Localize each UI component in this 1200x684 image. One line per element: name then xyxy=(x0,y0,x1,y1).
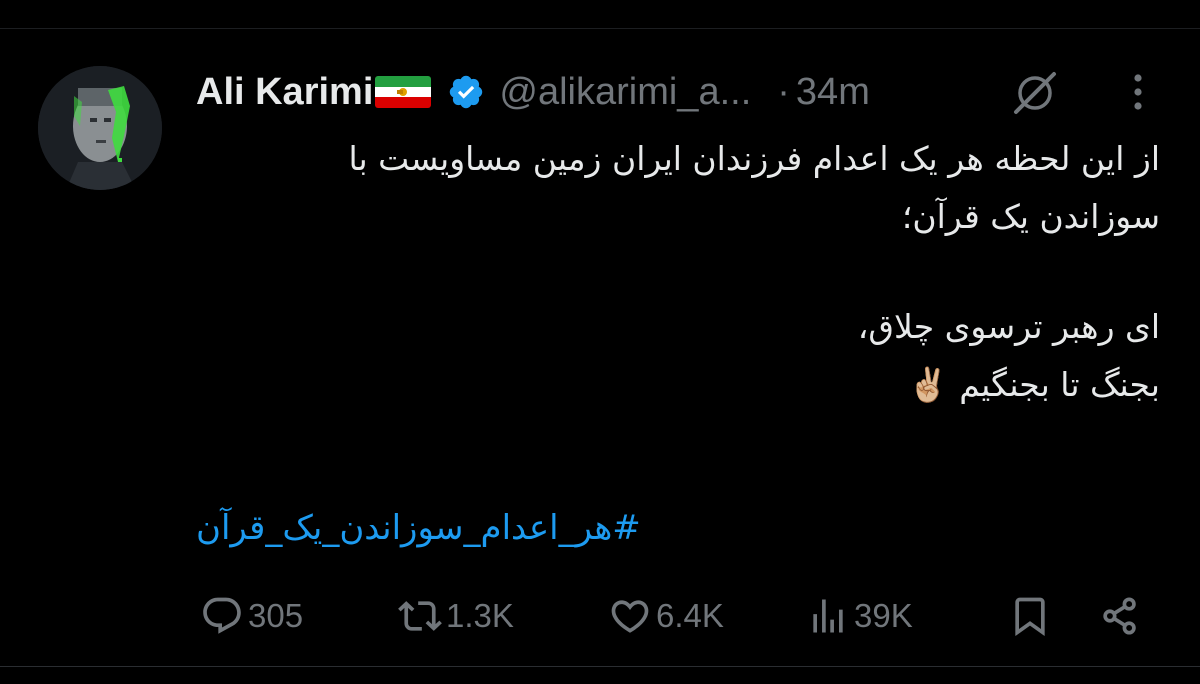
repost-button[interactable]: 1.3K xyxy=(398,588,514,644)
repost-icon xyxy=(398,601,442,631)
tweet-text: از این لحظه هر یک اعدام فرزندان ایران زم… xyxy=(200,130,1160,414)
display-name[interactable]: Ali Karimi xyxy=(196,71,373,114)
hashtag-link[interactable]: #هر_اعدام_سوزاندن_یک_قرآن xyxy=(196,508,641,548)
more-options-icon[interactable] xyxy=(1124,70,1152,114)
like-count: 6.4K xyxy=(656,597,724,634)
reply-icon xyxy=(203,597,241,634)
bottom-divider xyxy=(0,666,1200,667)
tweet-text-line: سوزاندن یک قرآن؛ xyxy=(901,197,1160,236)
view-count: 39K xyxy=(854,597,913,634)
avatar-image xyxy=(38,66,162,190)
separator-dot: · xyxy=(777,70,790,113)
reply-count: 305 xyxy=(248,597,304,634)
tweet-text-line: ای رهبر ترسوی چلاق، xyxy=(857,307,1160,346)
grok-icon[interactable] xyxy=(1010,68,1060,118)
avatar[interactable] xyxy=(38,66,162,190)
iran-flag-icon xyxy=(375,76,432,108)
bookmark-button[interactable] xyxy=(1008,588,1052,644)
tweet-text-line: از این لحظه هر یک اعدام فرزندان ایران زم… xyxy=(348,139,1160,178)
share-icon xyxy=(1103,597,1136,635)
verified-badge-icon[interactable] xyxy=(447,73,485,111)
user-handle[interactable]: @alikarimi_a... xyxy=(499,71,751,114)
views-button[interactable]: 39K xyxy=(806,588,913,644)
share-button[interactable] xyxy=(1098,588,1142,644)
timestamp[interactable]: 34m xyxy=(796,71,870,114)
tweet-header: Ali Karimi @alikarimi_a... · 34m xyxy=(196,64,870,120)
heart-icon xyxy=(611,600,649,633)
bookmark-icon xyxy=(1015,597,1045,637)
like-button[interactable]: 6.4K xyxy=(608,588,724,644)
tweet[interactable]: Ali Karimi @alikarimi_a... · 34m از این … xyxy=(0,0,1200,684)
tweet-text-line: بجنگ تا بجنگیم ✌🏼 xyxy=(907,365,1160,404)
action-bar: 305 1.3K 6.4K 39K xyxy=(196,588,1156,644)
top-divider xyxy=(0,28,1200,29)
repost-count: 1.3K xyxy=(446,597,514,634)
views-chart-icon xyxy=(813,599,843,633)
reply-button[interactable]: 305 xyxy=(200,588,303,644)
line-break xyxy=(200,246,1160,298)
